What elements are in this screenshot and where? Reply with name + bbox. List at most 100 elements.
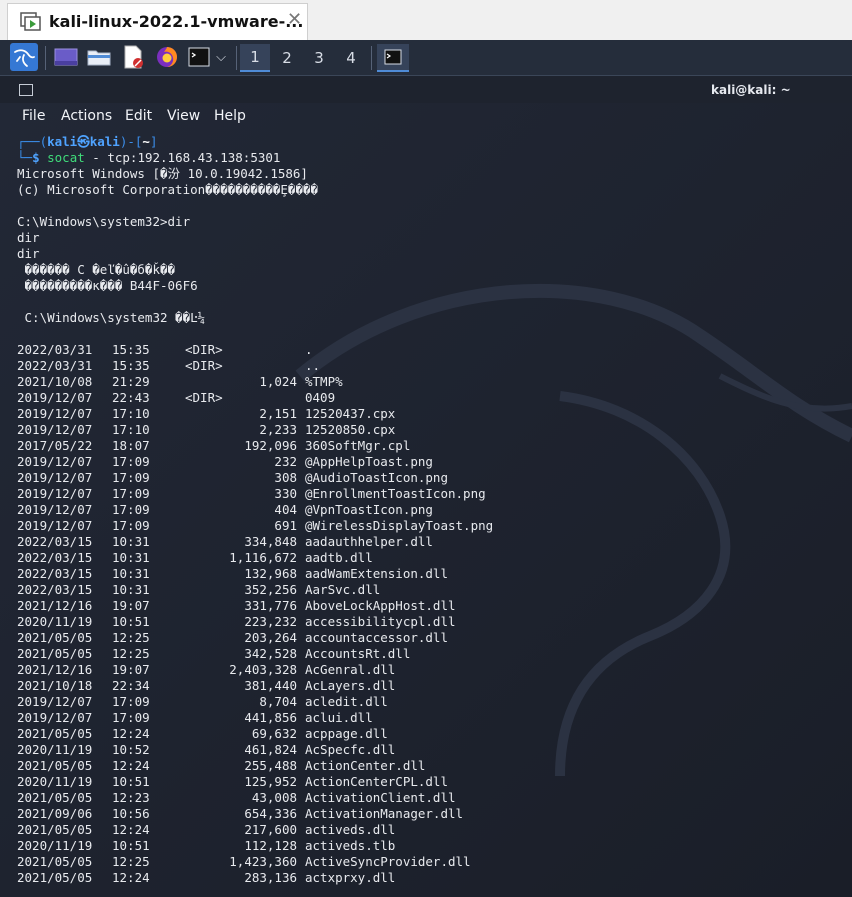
listing-time: 15:35 xyxy=(112,342,150,357)
listing-row: 2021/05/05 12:25 1,423,360 ActiveSyncProvid… xyxy=(17,854,617,870)
kali-menu-icon xyxy=(14,49,35,67)
listing-row: 2019/12/07 17:09 330 @EnrollmentToastIcon.p… xyxy=(17,486,617,502)
listing-filename: aadauthhelper.dll xyxy=(305,534,433,549)
listing-row: 2021/05/05 12:23 43,008 ActivationClient.dl… xyxy=(17,790,617,806)
firefox-icon xyxy=(157,47,177,67)
listing-filename: %TMP% xyxy=(305,374,343,389)
menu-view[interactable]: View xyxy=(167,108,200,124)
vm-tab[interactable]: kali-linux-2022.1-vmware-... ✕ xyxy=(7,3,308,40)
listing-size: 2,233 xyxy=(259,422,297,437)
text-editor-button[interactable] xyxy=(120,44,146,70)
listing-filename: 12520850.cpx xyxy=(305,422,396,437)
output-line: ���������к��� B44F-06F6 xyxy=(17,278,198,293)
top-panel: ⌵ 1 2 3 4 xyxy=(0,40,852,76)
listing-row: 2019/12/07 17:09 691 @WirelessDisplayToast.… xyxy=(17,518,617,534)
listing-filename: AccountsRt.dll xyxy=(305,646,411,661)
terminal-menubar: File Actions Edit View Help xyxy=(0,103,852,131)
prompt-line-top: ┌──(kali㉿kali)-[~] xyxy=(17,134,157,150)
listing-filename: aclui.dll xyxy=(305,710,373,725)
kali-menu-button[interactable] xyxy=(10,43,38,71)
listing-size: 112,128 xyxy=(244,838,297,853)
file-manager-button[interactable] xyxy=(86,44,112,70)
listing-row: 2021/05/05 12:24 69,632 acppage.dll xyxy=(17,726,617,742)
listing-size: 132,968 xyxy=(244,566,297,581)
listing-row: 2021/05/05 12:24 255,488 ActionCenter.dll xyxy=(17,758,617,774)
listing-dir-marker: <DIR> xyxy=(185,390,223,405)
listing-size: 283,136 xyxy=(244,870,297,885)
prompt-bracket: )-[ xyxy=(119,134,143,149)
listing-filename: 12520437.cpx xyxy=(305,406,396,421)
listing-filename: ActivationManager.dll xyxy=(305,806,464,821)
listing-filename: actxprxy.dll xyxy=(305,870,396,885)
listing-size: 43,008 xyxy=(251,790,297,805)
menu-edit[interactable]: Edit xyxy=(125,108,152,124)
output-line: C:\Windows\system32 ��Ŀ¼ xyxy=(17,310,206,325)
listing-row: 2020/11/19 10:52 461,824 AcSpecfc.dll xyxy=(17,742,617,758)
workspace-1[interactable]: 1 xyxy=(240,44,270,72)
listing-size: 125,952 xyxy=(244,774,297,789)
listing-row: 2019/12/07 17:09 232 @AppHelpToast.png xyxy=(17,454,617,470)
listing-row: 2020/11/19 10:51 125,952 ActionCenterCPL.dl… xyxy=(17,774,617,790)
listing-filename: AcSpecfc.dll xyxy=(305,742,396,757)
panel-separator xyxy=(371,46,372,70)
listing-filename: ActiveSyncProvider.dll xyxy=(305,854,471,869)
listing-size: 352,256 xyxy=(244,582,297,597)
menu-actions[interactable]: Actions xyxy=(61,108,112,124)
listing-filename: @EnrollmentToastIcon.png xyxy=(305,486,486,501)
prompt-corner-bottom: └─ xyxy=(17,150,33,165)
listing-dir-marker: <DIR> xyxy=(185,342,223,357)
output-line: (c) Microsoft Corporation����������Ȩ���� xyxy=(17,182,319,197)
menu-file[interactable]: File xyxy=(22,108,45,124)
listing-size: 223,232 xyxy=(244,614,297,629)
listing-size: 1,116,672 xyxy=(229,550,297,565)
workspace-4[interactable]: 4 xyxy=(336,44,366,72)
listing-size: 192,096 xyxy=(244,438,297,453)
listing-row: 2022/03/31 15:35 <DIR>. xyxy=(17,342,617,358)
listing-filename: AboveLockAppHost.dll xyxy=(305,598,456,613)
listing-size: 461,824 xyxy=(244,742,297,757)
dropdown-chevron-icon[interactable]: ⌵ xyxy=(212,44,230,70)
listing-size: 342,528 xyxy=(244,646,297,661)
workspace-3[interactable]: 3 xyxy=(304,44,334,72)
listing-filename: @WirelessDisplayToast.png xyxy=(305,518,494,533)
terminal-window-title: kali@kali: ~ xyxy=(711,83,791,97)
listing-size: 331,776 xyxy=(244,598,297,613)
listing-size: 2,403,328 xyxy=(229,662,297,677)
prompt-path: ~ xyxy=(142,134,150,149)
listing-size: 330 xyxy=(274,486,297,501)
text-editor-icon xyxy=(124,45,143,69)
firefox-button[interactable] xyxy=(154,44,180,70)
listing-filename: @VpnToastIcon.png xyxy=(305,502,433,517)
listing-row: 2021/10/18 22:34 381,440 AcLayers.dll xyxy=(17,678,617,694)
show-desktop-button[interactable] xyxy=(53,44,79,70)
prompt-user: kali xyxy=(47,134,78,149)
listing-row: 2021/05/05 12:24 217,600 activeds.dll xyxy=(17,822,617,838)
prompt-host: kali xyxy=(89,134,120,149)
show-desktop-icon xyxy=(54,48,78,66)
vm-tab-bar: kali-linux-2022.1-vmware-... ✕ xyxy=(0,0,852,40)
listing-filename: ActionCenter.dll xyxy=(305,758,426,773)
listing-row: 2021/12/16 19:07 331,776 AboveLockAppHost.d… xyxy=(17,598,617,614)
listing-size: 69,632 xyxy=(251,726,297,741)
listing-row: 2019/12/07 17:09 308 @AudioToastIcon.png xyxy=(17,470,617,486)
prompt-at: ㉿ xyxy=(77,134,90,149)
listing-size: 1,423,360 xyxy=(229,854,297,869)
menu-help[interactable]: Help xyxy=(214,108,246,124)
taskbar-terminal-item[interactable] xyxy=(377,44,409,72)
output-line: Microsoft Windows [�汾 10.0.19042.1586] xyxy=(17,166,308,181)
listing-row: 2021/09/06 10:56 654,336 ActivationManager.… xyxy=(17,806,617,822)
listing-row: 2021/12/16 19:07 2,403,328 AcGenral.dll xyxy=(17,662,617,678)
listing-filename: acppage.dll xyxy=(305,726,388,741)
listing-filename: @AppHelpToast.png xyxy=(305,454,433,469)
command-args: - tcp:192.168.43.138:5301 xyxy=(84,150,281,165)
prompt-symbol: $ xyxy=(32,150,40,165)
terminal-window-icon xyxy=(19,84,33,96)
workspace-2[interactable]: 2 xyxy=(272,44,302,72)
listing-date: 2022/03/31 xyxy=(17,358,93,373)
close-tab-icon[interactable]: ✕ xyxy=(287,10,302,30)
listing-row: 2021/05/05 12:25 203,264 accountaccessor.dl… xyxy=(17,630,617,646)
listing-row: 2020/11/19 10:51 223,232 accessibilitycpl.d… xyxy=(17,614,617,630)
listing-row: 2021/05/05 12:24 283,136 actxprxy.dll xyxy=(17,870,617,886)
terminal-launcher-button[interactable] xyxy=(186,44,212,70)
listing-filename: accessibilitycpl.dll xyxy=(305,614,456,629)
